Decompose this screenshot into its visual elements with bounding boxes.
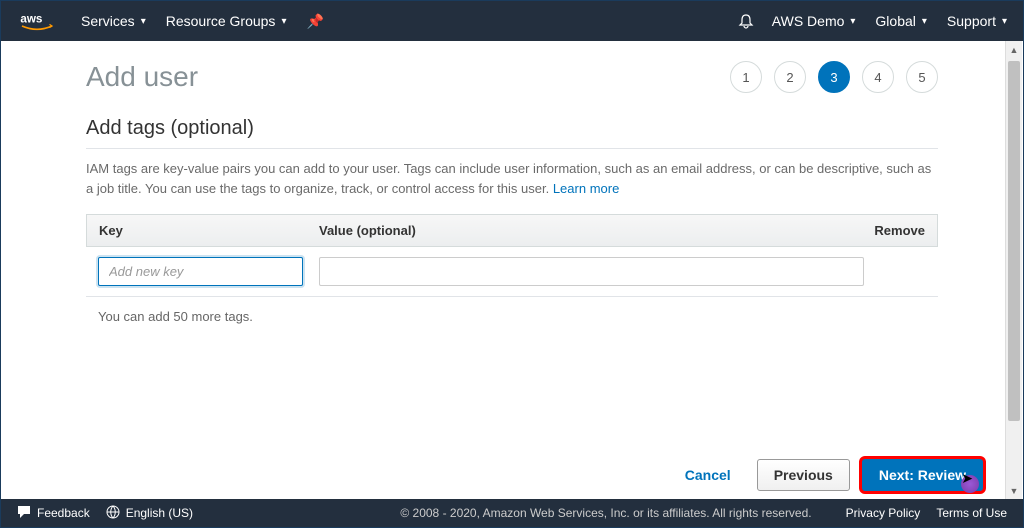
scroll-thumb[interactable] xyxy=(1008,61,1020,421)
privacy-link[interactable]: Privacy Policy xyxy=(846,506,921,520)
feedback-button[interactable]: Feedback xyxy=(17,505,90,522)
content-wrapper: Add user 1 2 3 4 5 Add tags (optional) I… xyxy=(1,41,1023,499)
step-indicator: 1 2 3 4 5 xyxy=(730,61,938,93)
top-nav: aws Services ▾ Resource Groups ▾ 📌 AWS D… xyxy=(1,1,1023,41)
section-description: IAM tags are key-value pairs you can add… xyxy=(86,159,938,198)
next-review-button[interactable]: Next: Review xyxy=(862,459,983,491)
caret-down-icon: ▾ xyxy=(1002,16,1007,27)
bottom-bar: Feedback English (US) © 2008 - 2020, Ama… xyxy=(1,499,1023,527)
nav-resource-groups[interactable]: Resource Groups ▾ xyxy=(166,13,287,29)
nav-services[interactable]: Services ▾ xyxy=(81,13,146,29)
step-1[interactable]: 1 xyxy=(730,61,762,93)
nav-account[interactable]: AWS Demo ▾ xyxy=(772,13,856,29)
pin-icon: 📌 xyxy=(306,13,323,30)
nav-region[interactable]: Global ▾ xyxy=(875,13,927,29)
scrollbar[interactable]: ▲ ▼ xyxy=(1005,41,1022,499)
th-remove: Remove xyxy=(865,223,925,238)
terms-link[interactable]: Terms of Use xyxy=(936,506,1007,520)
caret-down-icon: ▾ xyxy=(850,16,855,27)
step-5[interactable]: 5 xyxy=(906,61,938,93)
step-4[interactable]: 4 xyxy=(862,61,894,93)
caret-down-icon: ▾ xyxy=(141,16,146,27)
th-key: Key xyxy=(99,223,319,238)
nav-support[interactable]: Support ▾ xyxy=(947,13,1007,29)
nav-pin[interactable]: 📌 xyxy=(306,13,323,30)
step-3[interactable]: 3 xyxy=(818,61,850,93)
tags-remaining: You can add 50 more tags. xyxy=(86,297,938,336)
caret-down-icon: ▾ xyxy=(922,16,927,27)
language-label: English (US) xyxy=(126,506,193,520)
scroll-down-icon[interactable]: ▼ xyxy=(1006,482,1022,499)
feedback-label: Feedback xyxy=(37,506,90,520)
nav-support-label: Support xyxy=(947,13,996,29)
table-row xyxy=(86,247,938,297)
cancel-button[interactable]: Cancel xyxy=(671,459,745,491)
nav-resource-groups-label: Resource Groups xyxy=(166,13,276,29)
step-2[interactable]: 2 xyxy=(774,61,806,93)
language-button[interactable]: English (US) xyxy=(106,505,193,522)
chat-icon xyxy=(17,505,31,522)
caret-down-icon: ▾ xyxy=(281,16,286,27)
copyright: © 2008 - 2020, Amazon Web Services, Inc.… xyxy=(400,506,811,520)
tags-table: Key Value (optional) Remove You can add … xyxy=(86,214,938,336)
table-header-row: Key Value (optional) Remove xyxy=(86,214,938,247)
tag-value-input[interactable] xyxy=(319,257,864,286)
svg-text:aws: aws xyxy=(20,13,42,26)
scroll-up-icon[interactable]: ▲ xyxy=(1006,41,1022,58)
globe-icon xyxy=(106,505,120,522)
nav-account-label: AWS Demo xyxy=(772,13,845,29)
nav-region-label: Global xyxy=(875,13,915,29)
learn-more-link[interactable]: Learn more xyxy=(553,181,619,196)
page-title: Add user xyxy=(86,61,198,93)
th-value: Value (optional) xyxy=(319,223,865,238)
aws-logo[interactable]: aws xyxy=(17,11,57,31)
nav-services-label: Services xyxy=(81,13,135,29)
previous-button[interactable]: Previous xyxy=(757,459,850,491)
section-description-text: IAM tags are key-value pairs you can add… xyxy=(86,161,931,196)
button-row: Cancel Previous Next: Review xyxy=(671,459,983,491)
bell-icon[interactable] xyxy=(738,13,754,29)
section-heading: Add tags (optional) xyxy=(86,117,938,149)
tag-key-input[interactable] xyxy=(98,257,303,286)
